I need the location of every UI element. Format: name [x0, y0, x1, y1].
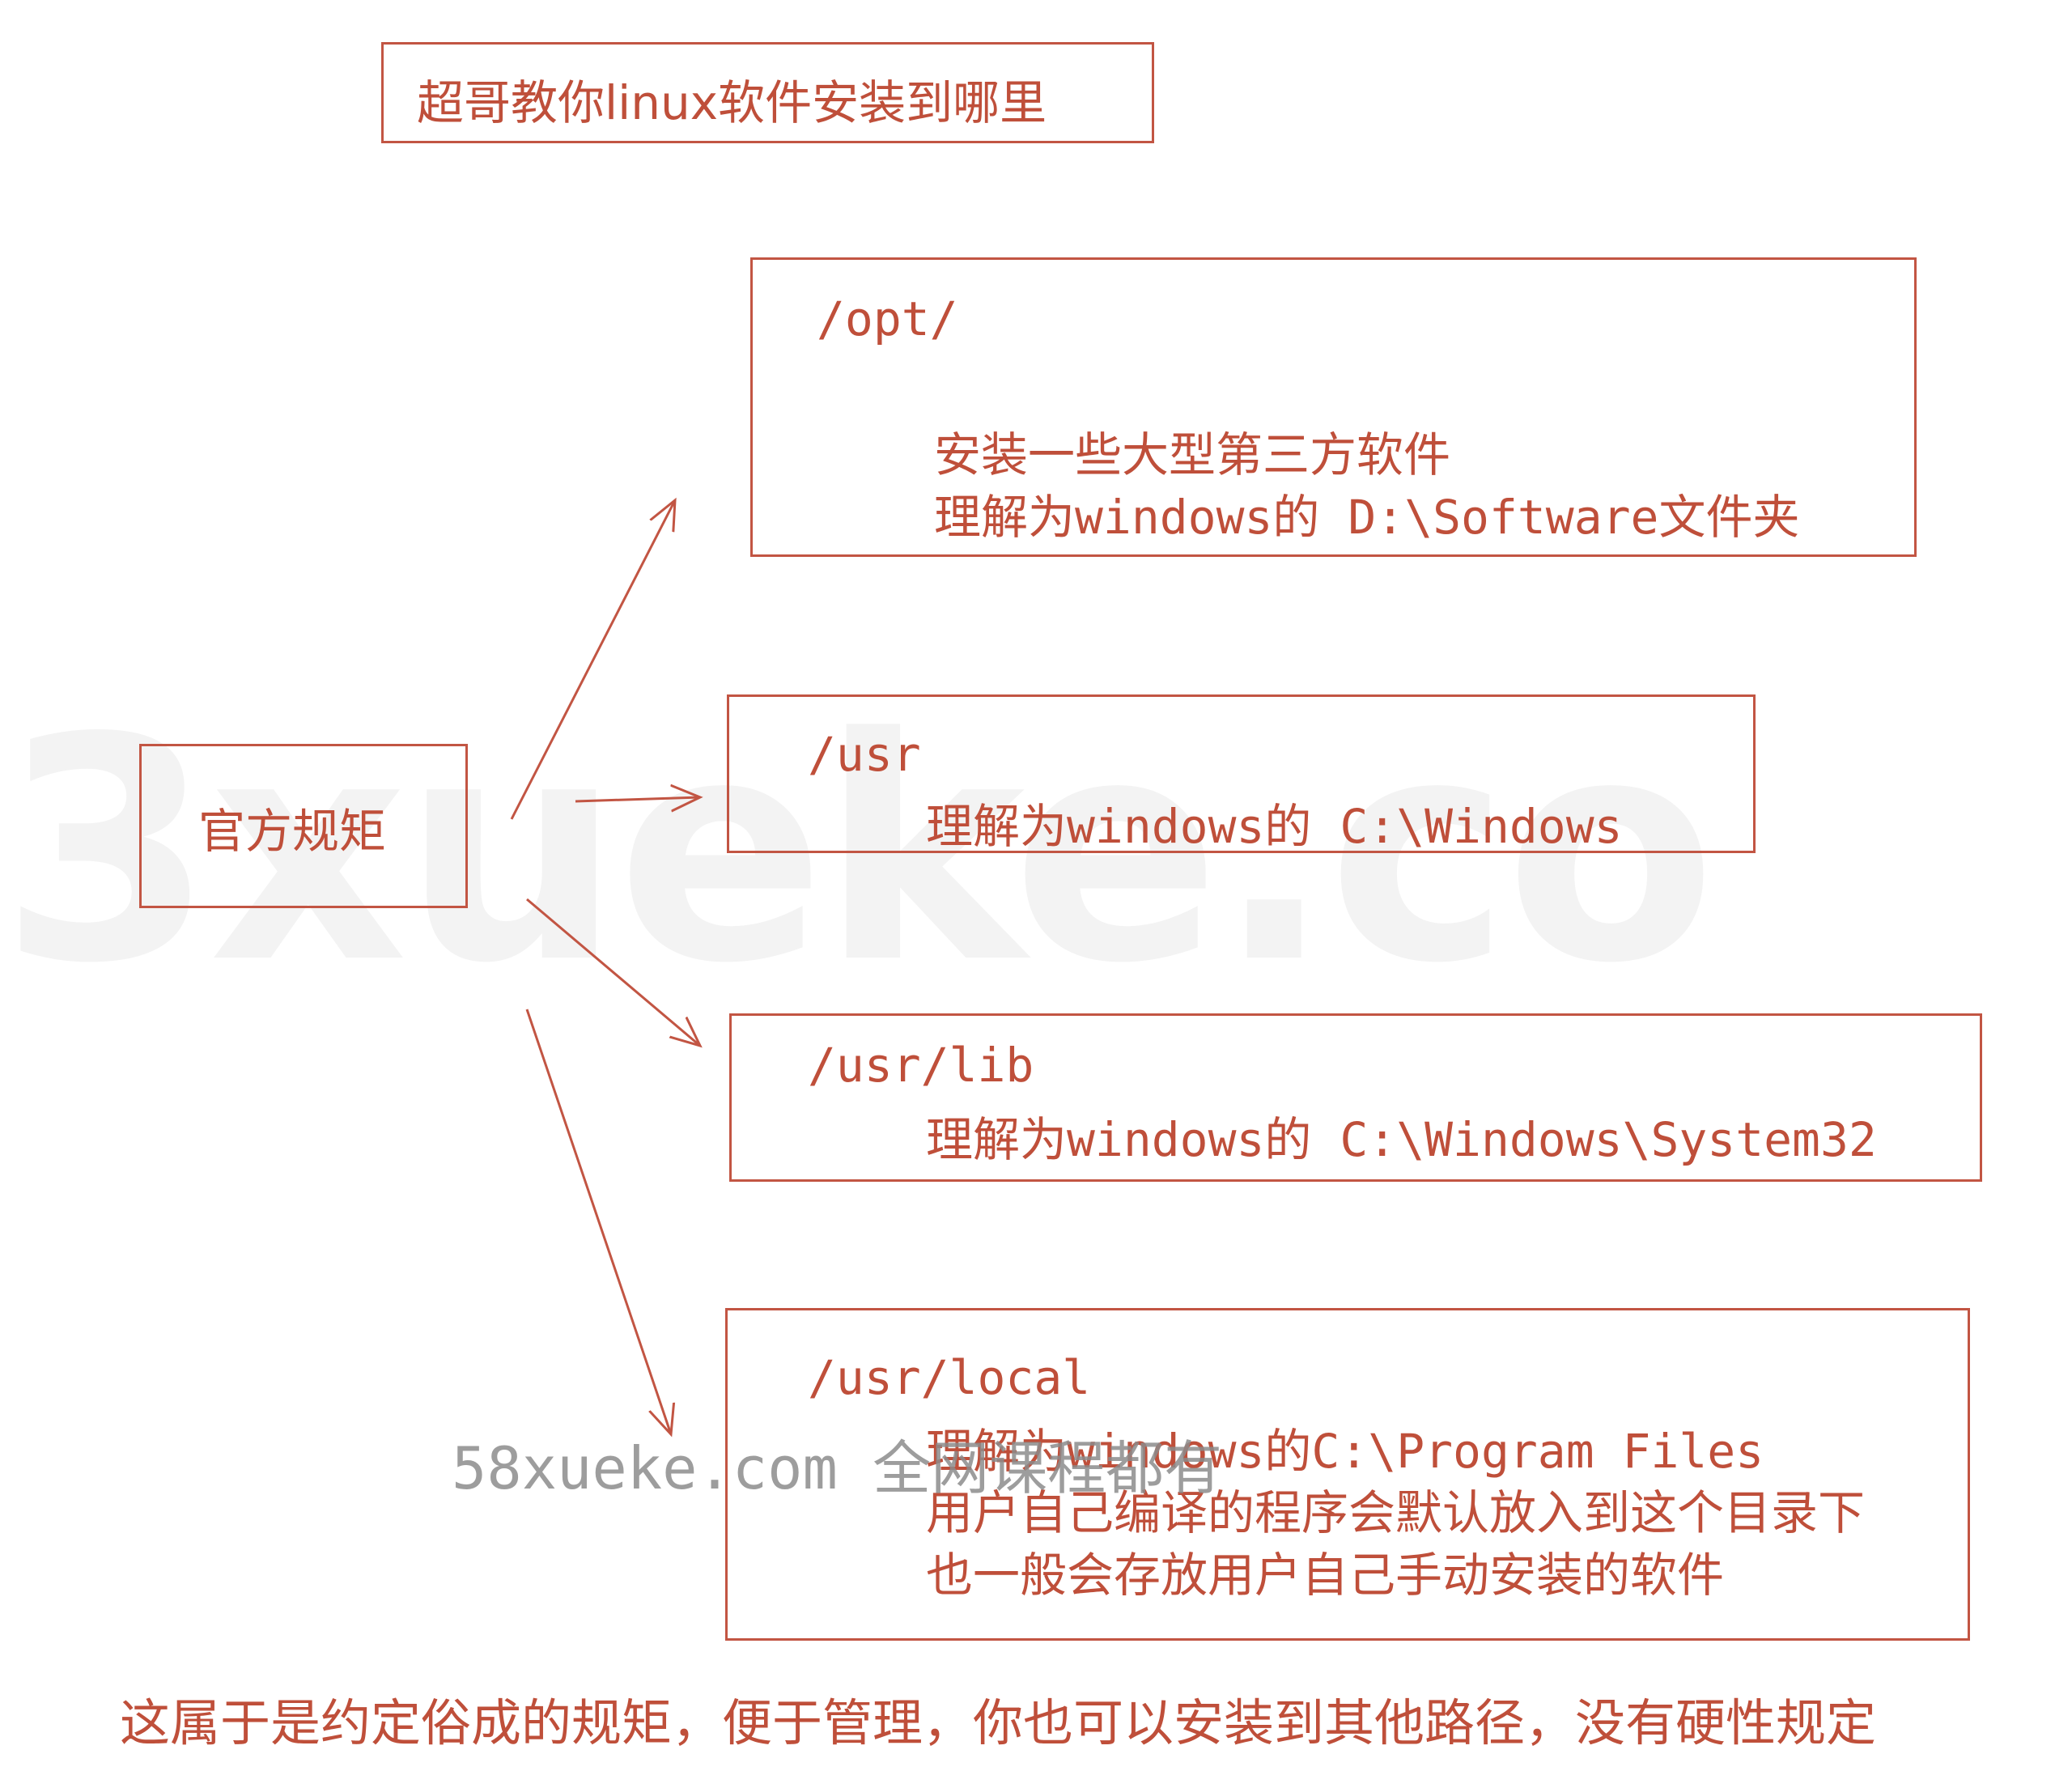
footer-note: 这属于是约定俗成的规矩，便于管理，你也可以安装到其他路径，没有硬性规定 — [120, 1693, 1877, 1752]
arrow-to-opt — [510, 500, 675, 820]
arrow-to-usr-local — [525, 1009, 671, 1434]
arrow-to-usr-lib — [526, 898, 700, 1046]
arrow-to-usr — [575, 797, 700, 801]
watermark-text: 58xueke.com 全网课程都有 — [452, 1434, 1223, 1502]
